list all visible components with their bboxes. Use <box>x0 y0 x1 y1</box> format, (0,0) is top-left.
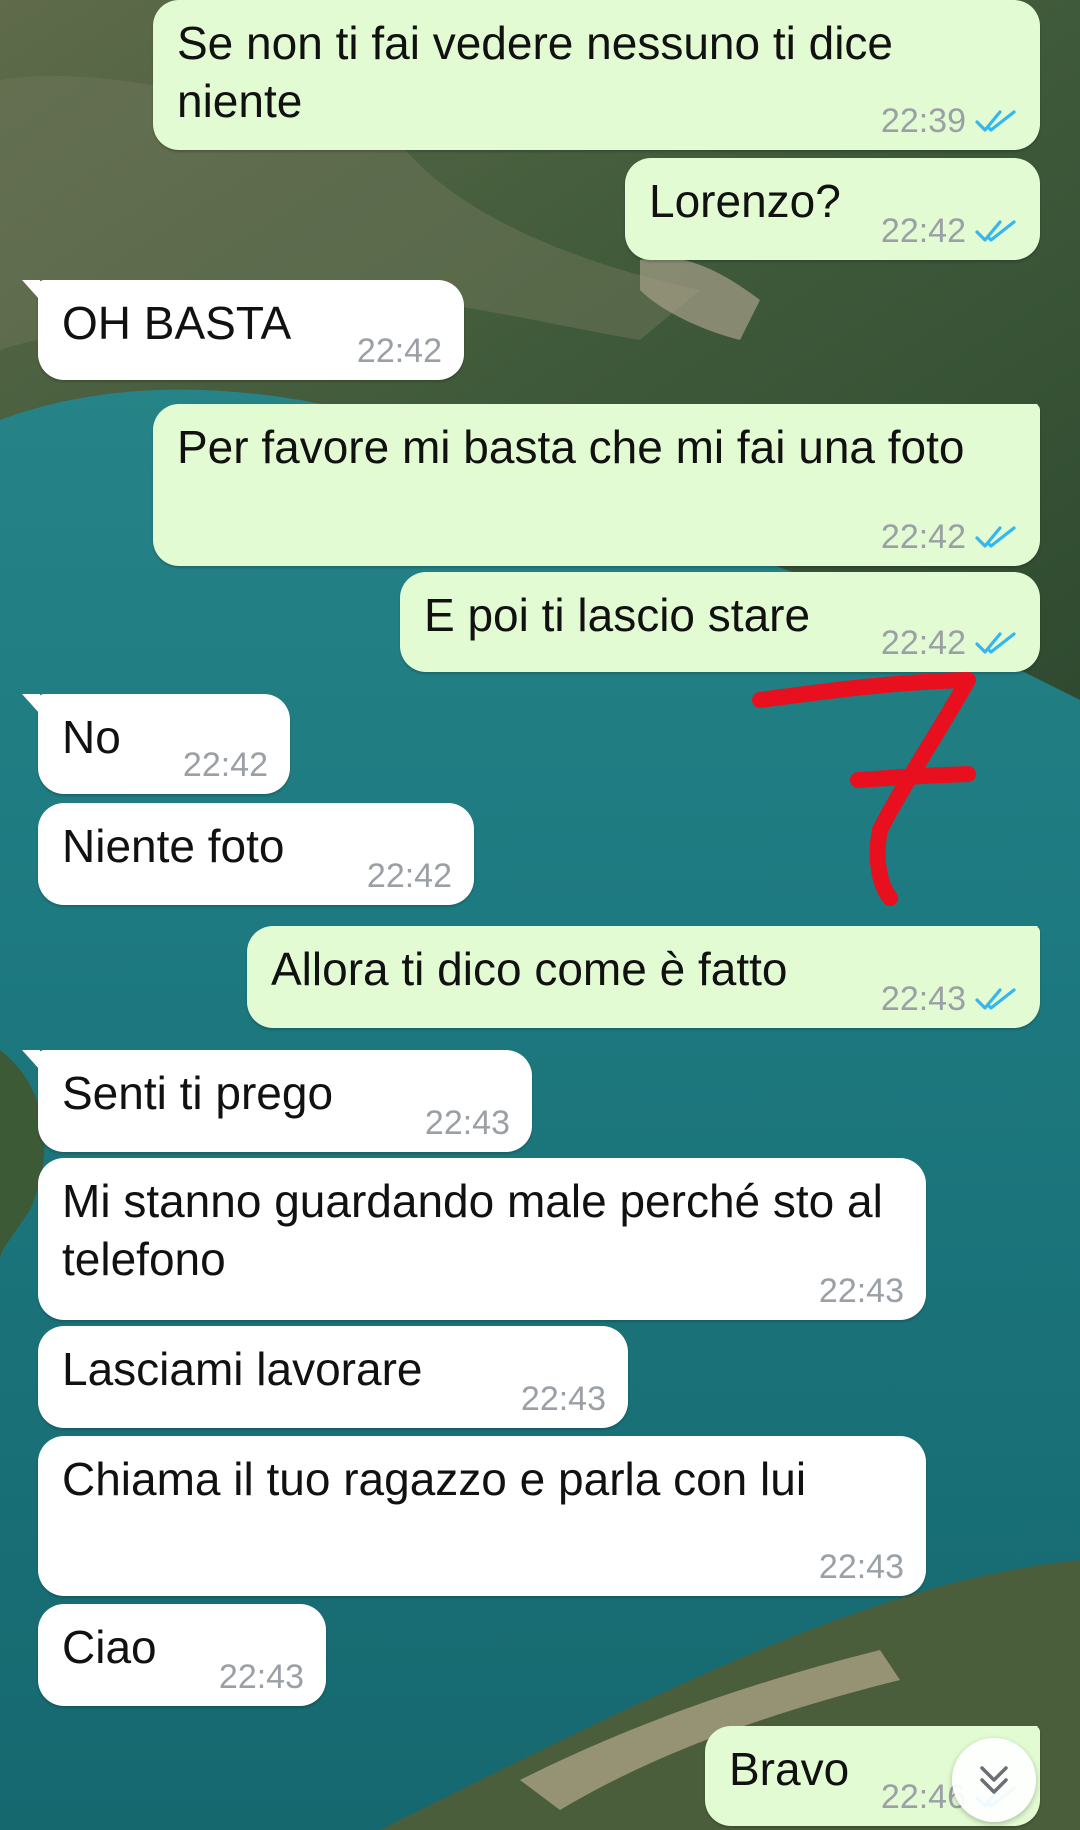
outgoing-message-bubble[interactable]: E poi ti lascio stare 22:42 <box>400 572 1040 672</box>
message-timestamp: 22:39 <box>880 102 966 140</box>
message-timestamp: 22:43 <box>818 1548 904 1586</box>
message-meta: 22:43 <box>819 1274 904 1308</box>
double-check-icon <box>975 632 1016 654</box>
incoming-message-bubble[interactable]: No 22:42 <box>22 694 290 794</box>
message-meta: 22:42 <box>183 748 268 782</box>
message-meta: 22:43 <box>819 1550 904 1584</box>
message-timestamp: 22:42 <box>356 332 442 370</box>
incoming-message-bubble[interactable]: Niente foto 22:42 <box>38 803 474 905</box>
message-meta: 22:42 <box>881 626 1018 660</box>
double-check-icon <box>975 110 1016 132</box>
message-timestamp: 22:43 <box>520 1380 606 1418</box>
double-check-icon <box>975 988 1016 1010</box>
message-timestamp: 22:42 <box>366 857 452 895</box>
message-meta: 22:43 <box>521 1382 606 1416</box>
message-meta: 22:43 <box>219 1660 304 1694</box>
message-meta: 22:43 <box>881 982 1018 1016</box>
red-number-annotation: 7 <box>752 672 976 906</box>
outgoing-message-bubble[interactable]: Se non ti fai vedere nessuno ti dice nie… <box>153 0 1040 150</box>
incoming-message-bubble[interactable]: Ciao 22:43 <box>38 1604 326 1706</box>
message-meta: 22:39 <box>881 104 1018 138</box>
message-timestamp: 22:42 <box>182 746 268 784</box>
message-timestamp: 22:42 <box>880 212 966 250</box>
incoming-message-bubble[interactable]: OH BASTA 22:42 <box>22 280 464 380</box>
double-check-icon <box>975 220 1016 242</box>
message-meta: 22:42 <box>881 214 1018 248</box>
message-text: Per favore mi basta che mi fai una foto <box>177 421 965 473</box>
message-text: Mi stanno guardando male perché sto al t… <box>62 1175 883 1285</box>
outgoing-message-bubble[interactable]: Lorenzo? 22:42 <box>625 158 1040 260</box>
scroll-to-bottom-button[interactable] <box>952 1738 1036 1822</box>
incoming-message-bubble[interactable]: Chiama il tuo ragazzo e parla con lui 22:… <box>38 1436 926 1596</box>
message-meta: 22:43 <box>425 1106 510 1140</box>
message-timestamp: 22:43 <box>218 1658 304 1696</box>
incoming-message-bubble[interactable]: Senti ti prego 22:43 <box>22 1050 532 1152</box>
message-meta: 22:42 <box>357 334 442 368</box>
message-timestamp: 22:43 <box>880 980 966 1018</box>
message-timestamp: 22:43 <box>424 1104 510 1142</box>
incoming-message-bubble[interactable]: Lasciami lavorare 22:43 <box>38 1326 628 1428</box>
message-text: Chiama il tuo ragazzo e parla con lui <box>62 1453 807 1505</box>
chevron-double-down-icon <box>980 1766 1008 1794</box>
incoming-message-bubble[interactable]: Mi stanno guardando male perché sto al t… <box>38 1158 926 1320</box>
message-timestamp: 22:43 <box>818 1272 904 1310</box>
double-check-icon <box>975 526 1016 548</box>
message-meta: 22:42 <box>367 859 452 893</box>
outgoing-message-bubble[interactable]: Per favore mi basta che mi fai una foto 2… <box>153 404 1040 566</box>
message-timestamp: 22:42 <box>880 624 966 662</box>
message-timestamp: 22:42 <box>880 518 966 556</box>
message-meta: 22:42 <box>881 520 1018 554</box>
outgoing-message-bubble[interactable]: Allora ti dico come è fatto 22:43 <box>247 926 1040 1028</box>
